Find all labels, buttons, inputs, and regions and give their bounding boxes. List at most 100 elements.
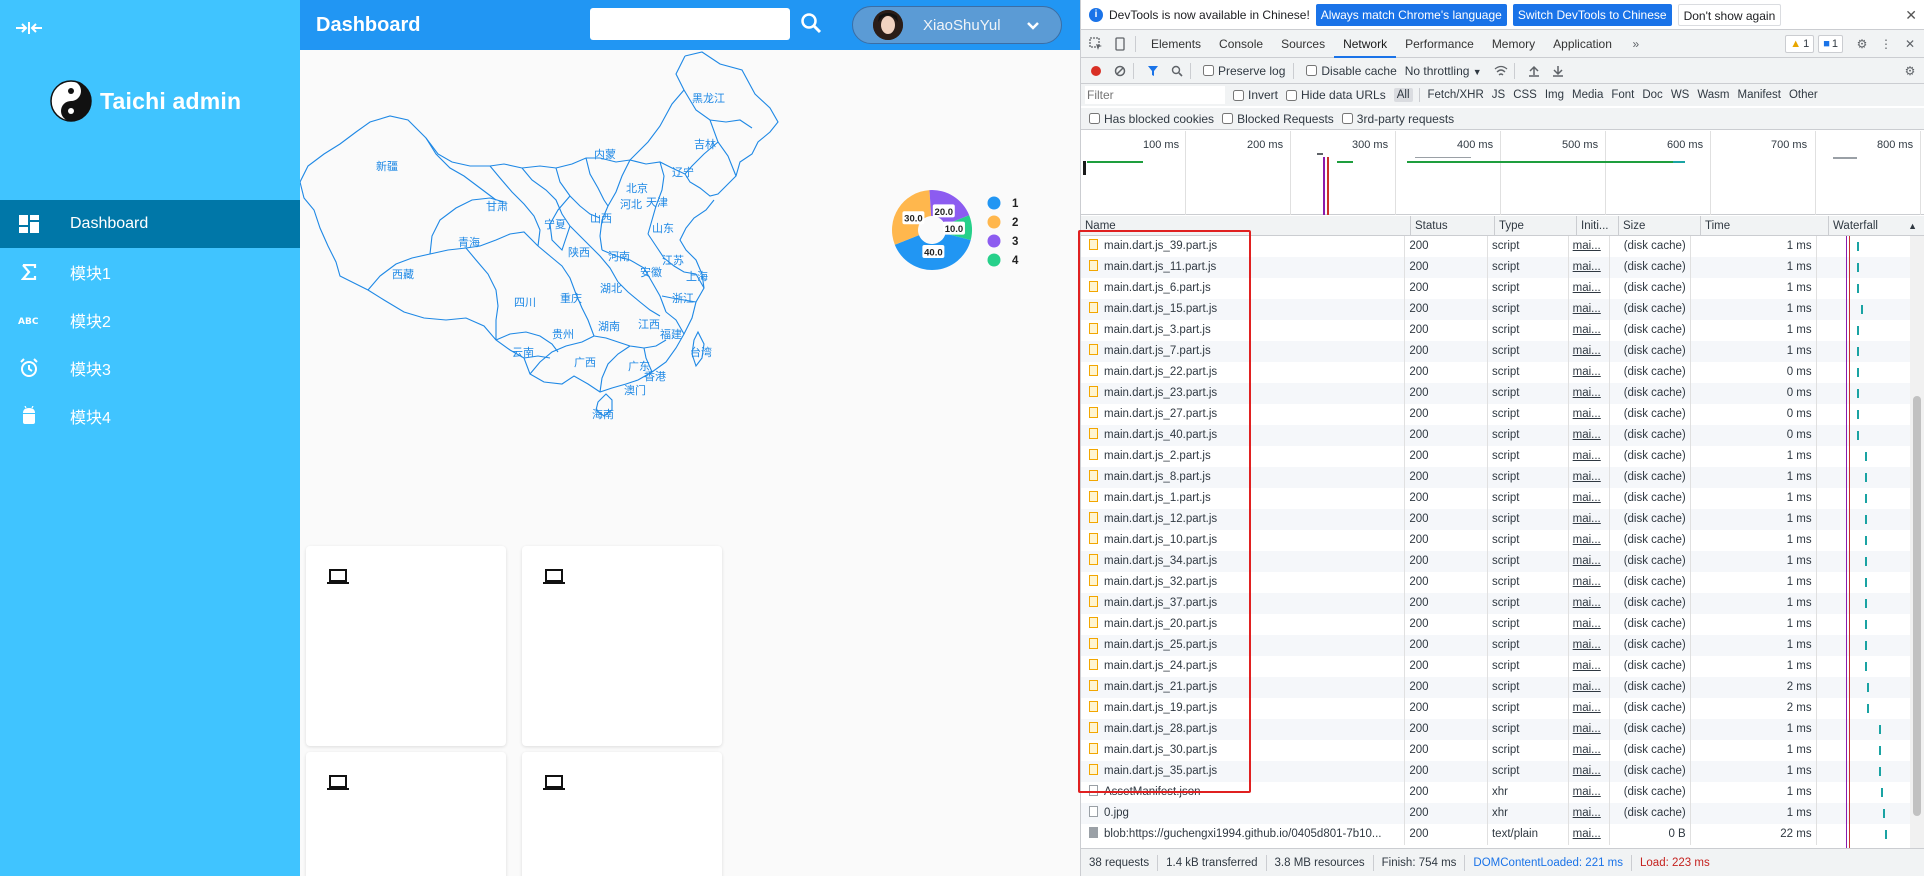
- blocked-requests-checkbox[interactable]: Blocked Requests: [1222, 112, 1334, 126]
- initiator-link[interactable]: mai...: [1573, 387, 1601, 399]
- tab-memory[interactable]: Memory: [1483, 30, 1544, 58]
- initiator-link[interactable]: mai...: [1573, 786, 1601, 798]
- initiator-link[interactable]: mai...: [1573, 618, 1601, 630]
- table-row[interactable]: main.dart.js_40.part.js 200 script mai... (d…: [1081, 425, 1911, 446]
- filter-type-css[interactable]: CSS: [1513, 89, 1537, 101]
- table-row[interactable]: AssetManifest.json 200 xhr mai... (disk cach…: [1081, 782, 1911, 803]
- initiator-link[interactable]: mai...: [1573, 534, 1601, 546]
- initiator-link[interactable]: mai...: [1573, 366, 1601, 378]
- card[interactable]: [306, 546, 506, 746]
- table-scrollbar[interactable]: [1910, 236, 1924, 848]
- tab-application[interactable]: Application: [1544, 30, 1621, 58]
- initiator-link[interactable]: mai...: [1573, 513, 1601, 525]
- table-row[interactable]: main.dart.js_39.part.js 200 script mai... (d…: [1081, 236, 1911, 257]
- network-overview[interactable]: 100 ms 200 ms 300 ms 400 ms 500 ms 600 m…: [1081, 131, 1924, 215]
- clear-icon[interactable]: [1111, 62, 1129, 80]
- initiator-link[interactable]: mai...: [1573, 492, 1601, 504]
- filter-type-js[interactable]: JS: [1492, 89, 1505, 101]
- nav-item-module3[interactable]: 模块3: [0, 344, 300, 392]
- column-header-status[interactable]: Status: [1411, 216, 1495, 236]
- messages-badge[interactable]: ■ 1: [1818, 34, 1843, 53]
- table-row[interactable]: main.dart.js_1.part.js 200 script mai... (di…: [1081, 488, 1911, 509]
- download-icon[interactable]: [1549, 62, 1567, 80]
- initiator-link[interactable]: mai...: [1573, 450, 1601, 462]
- table-row[interactable]: 0.jpg 200 xhr mai... (disk cache) 1 ms: [1081, 803, 1911, 824]
- card[interactable]: [306, 752, 506, 876]
- invert-checkbox[interactable]: Invert: [1233, 88, 1278, 102]
- close-icon[interactable]: ✕: [1905, 7, 1917, 24]
- disable-cache-checkbox[interactable]: Disable cache: [1306, 64, 1397, 78]
- kebab-menu-icon[interactable]: ⋮: [1877, 35, 1895, 53]
- table-row[interactable]: main.dart.js_3.part.js 200 script mai... (di…: [1081, 320, 1911, 341]
- dont-show-again-button[interactable]: Don't show again: [1677, 3, 1782, 26]
- initiator-link[interactable]: mai...: [1573, 240, 1601, 252]
- network-conditions-icon[interactable]: [1492, 62, 1510, 80]
- table-row[interactable]: main.dart.js_32.part.js 200 script mai... (d…: [1081, 572, 1911, 593]
- filter-type-other[interactable]: Other: [1789, 89, 1818, 101]
- filter-type-doc[interactable]: Doc: [1642, 89, 1662, 101]
- scrollbar-thumb[interactable]: [1913, 396, 1921, 816]
- table-row[interactable]: main.dart.js_25.part.js 200 script mai... (d…: [1081, 635, 1911, 656]
- table-row[interactable]: main.dart.js_20.part.js 200 script mai... (d…: [1081, 614, 1911, 635]
- checkbox[interactable]: [1222, 113, 1234, 124]
- network-settings-icon[interactable]: ⚙: [1901, 62, 1919, 80]
- initiator-link[interactable]: mai...: [1573, 639, 1601, 651]
- warnings-badge[interactable]: ▲ 1: [1785, 34, 1815, 53]
- checkbox[interactable]: [1341, 113, 1353, 124]
- upload-icon[interactable]: [1525, 62, 1543, 80]
- table-row[interactable]: main.dart.js_37.part.js 200 script mai... (d…: [1081, 593, 1911, 614]
- hide-data-urls-checkbox[interactable]: Hide data URLs: [1286, 88, 1386, 102]
- search-icon[interactable]: [1168, 62, 1186, 80]
- table-row[interactable]: main.dart.js_8.part.js 200 script mai... (di…: [1081, 467, 1911, 488]
- filter-type-all[interactable]: All: [1393, 88, 1413, 102]
- checkbox[interactable]: [1203, 65, 1214, 76]
- column-header-initiator[interactable]: Initi...: [1577, 216, 1619, 236]
- initiator-link[interactable]: mai...: [1573, 345, 1601, 357]
- initiator-link[interactable]: mai...: [1573, 660, 1601, 672]
- checkbox[interactable]: [1286, 89, 1298, 101]
- third-party-checkbox[interactable]: 3rd-party requests: [1341, 112, 1454, 126]
- initiator-link[interactable]: mai...: [1573, 555, 1601, 567]
- table-row[interactable]: main.dart.js_21.part.js 200 script mai... (d…: [1081, 677, 1911, 698]
- table-row[interactable]: main.dart.js_11.part.js 200 script mai... (d…: [1081, 257, 1911, 278]
- initiator-link[interactable]: mai...: [1573, 324, 1601, 336]
- initiator-link[interactable]: mai...: [1573, 702, 1601, 714]
- table-row[interactable]: main.dart.js_2.part.js 200 script mai... (di…: [1081, 446, 1911, 467]
- checkbox[interactable]: [1089, 113, 1100, 124]
- card[interactable]: [522, 752, 722, 876]
- column-header-size[interactable]: Size: [1619, 216, 1701, 236]
- switch-language-button[interactable]: Switch DevTools to Chinese: [1512, 3, 1672, 26]
- table-row[interactable]: main.dart.js_10.part.js 200 script mai... (d…: [1081, 530, 1911, 551]
- filter-icon[interactable]: [1144, 62, 1162, 80]
- checkbox[interactable]: [1306, 65, 1318, 76]
- filter-type-media[interactable]: Media: [1572, 89, 1603, 101]
- blocked-cookies-checkbox[interactable]: Has blocked cookies: [1089, 112, 1214, 126]
- close-devtools-icon[interactable]: ✕: [1901, 35, 1919, 53]
- search-input[interactable]: [590, 8, 790, 40]
- table-row[interactable]: main.dart.js_23.part.js 200 script mai... (d…: [1081, 383, 1911, 404]
- initiator-link[interactable]: mai...: [1573, 261, 1601, 273]
- table-row[interactable]: main.dart.js_15.part.js 200 script mai... (d…: [1081, 299, 1911, 320]
- initiator-link[interactable]: mai...: [1573, 681, 1601, 693]
- filter-type-manifest[interactable]: Manifest: [1738, 89, 1781, 101]
- match-language-button[interactable]: Always match Chrome's language: [1315, 3, 1507, 26]
- nav-item-module1[interactable]: 模块1: [0, 248, 300, 296]
- filter-type-ws[interactable]: WS: [1671, 89, 1690, 101]
- table-row[interactable]: main.dart.js_19.part.js 200 script mai... (d…: [1081, 698, 1911, 719]
- initiator-link[interactable]: mai...: [1573, 807, 1601, 819]
- checkbox[interactable]: [1233, 89, 1244, 101]
- more-tabs-icon[interactable]: »: [1627, 35, 1645, 53]
- table-row[interactable]: main.dart.js_7.part.js 200 script mai... (di…: [1081, 341, 1911, 362]
- table-row[interactable]: main.dart.js_30.part.js 200 script mai... (d…: [1081, 740, 1911, 761]
- nav-item-dashboard[interactable]: Dashboard: [0, 200, 300, 248]
- inspect-element-icon[interactable]: [1087, 35, 1105, 53]
- table-row[interactable]: main.dart.js_12.part.js 200 script mai... (d…: [1081, 509, 1911, 530]
- tab-network[interactable]: Network: [1334, 30, 1397, 58]
- throttling-select[interactable]: No throttling ▼: [1405, 64, 1482, 78]
- tab-sources[interactable]: Sources: [1272, 30, 1334, 58]
- tab-console[interactable]: Console: [1210, 30, 1272, 58]
- user-menu[interactable]: XiaoShuYul: [852, 6, 1062, 44]
- initiator-link[interactable]: mai...: [1573, 408, 1601, 420]
- column-header-name[interactable]: Name: [1081, 216, 1411, 236]
- table-row[interactable]: main.dart.js_27.part.js 200 script mai... (d…: [1081, 404, 1911, 425]
